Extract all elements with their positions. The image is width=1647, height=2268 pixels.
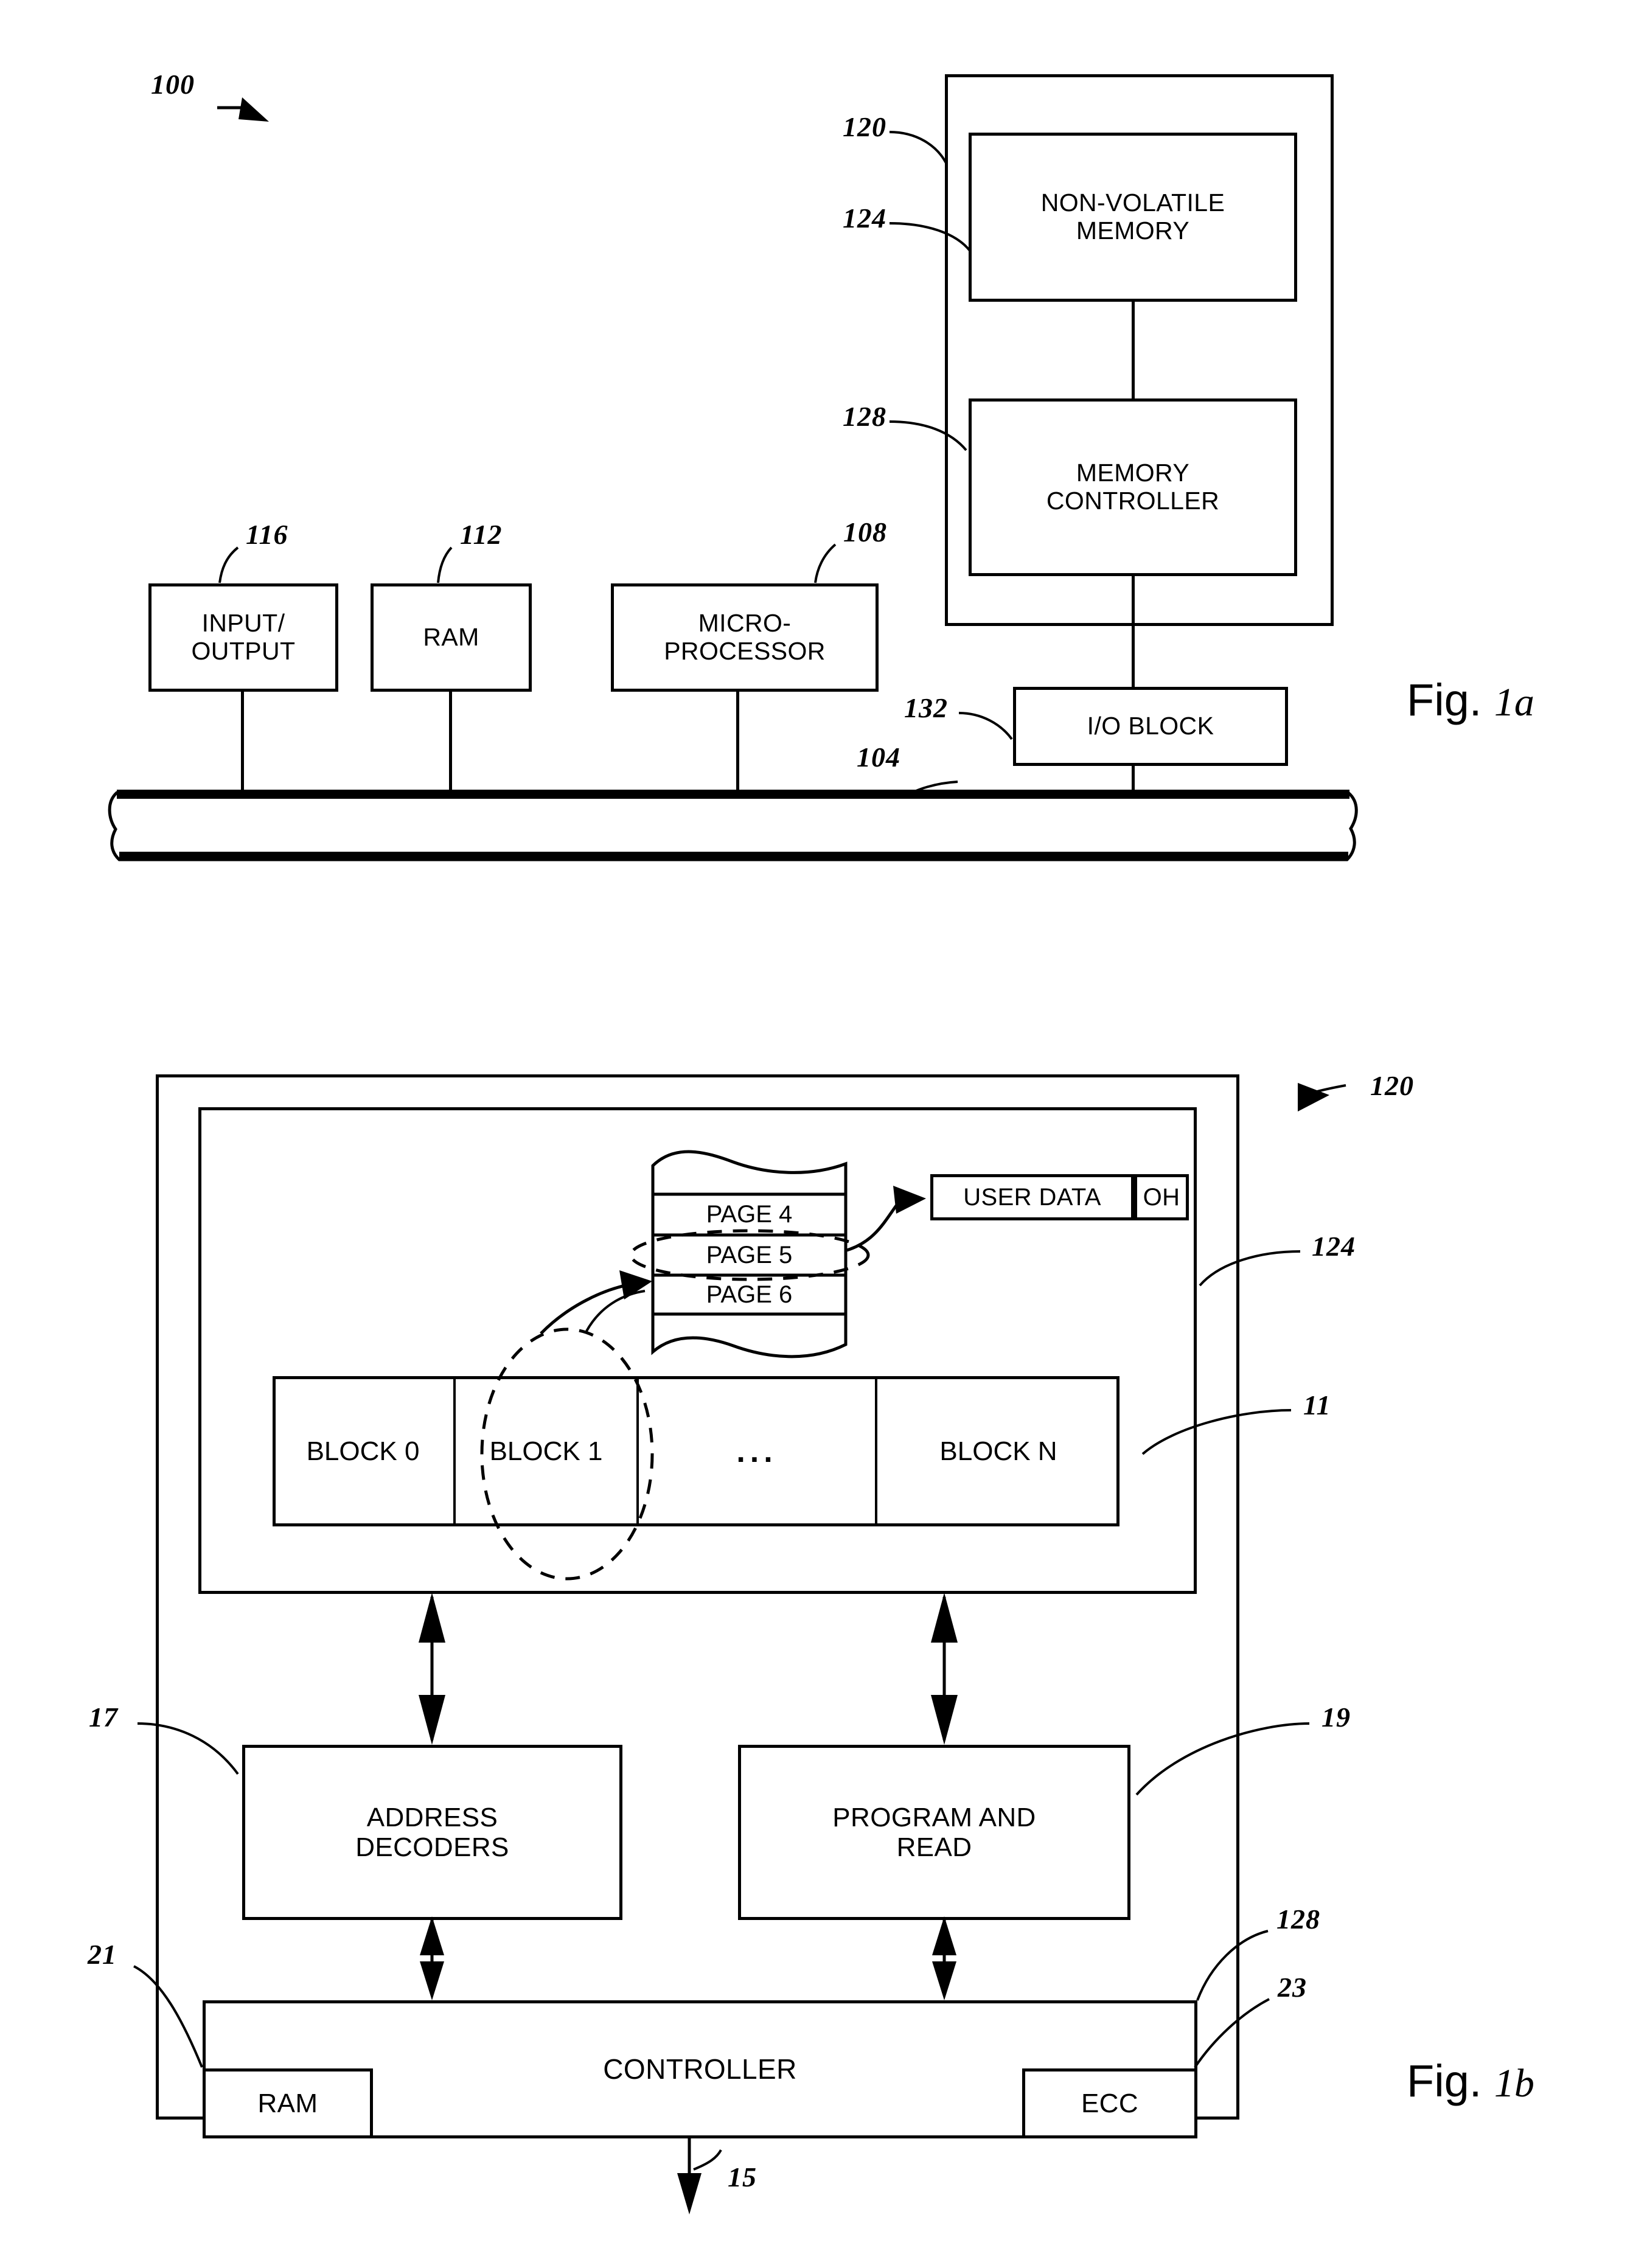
ref-numeral-11: 11 [1303, 1390, 1331, 1421]
ref-numeral-17: 17 [89, 1702, 118, 1733]
patent-drawing-sheet: 100 NON-VOLATILE MEMORY MEMORY CONTROLLE… [0, 0, 1647, 2268]
fig1b-leader-lines [133, 1083, 1346, 2068]
figure-1b-caption-number: 1b [1494, 2061, 1534, 2106]
ref-numeral-128-fig1b: 128 [1276, 1904, 1320, 1935]
ref-numeral-120-fig1b: 120 [1370, 1070, 1414, 1101]
figure-1b-caption-word: Fig. [1407, 2056, 1482, 2106]
ref-numeral-124-fig1b: 124 [1312, 1231, 1356, 1262]
figure-1b-caption: Fig. 1b [1407, 2055, 1534, 2107]
ref-numeral-23: 23 [1278, 1972, 1307, 2003]
ref-numeral-15: 15 [728, 2162, 757, 2193]
ref-numeral-19: 19 [1321, 1702, 1351, 1733]
ref-numeral-21: 21 [88, 1939, 117, 1970]
